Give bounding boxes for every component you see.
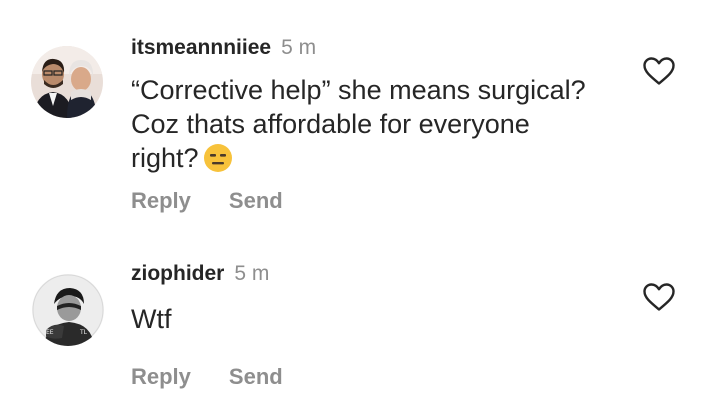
heart-outline-icon[interactable] [642, 56, 676, 86]
avatar[interactable] [31, 46, 103, 118]
comment-actions: Reply Send [131, 364, 283, 390]
username-text[interactable]: itsmeannniiee [131, 36, 271, 59]
comment-line: “Corrective help” she means surgical? [131, 75, 586, 105]
comment-text: Wtf [131, 302, 631, 336]
comment-line: right? [131, 141, 631, 181]
comment-timestamp: 5 m [234, 262, 270, 285]
comment-line: Wtf [131, 304, 172, 334]
heart-outline-icon[interactable] [642, 282, 676, 312]
send-button[interactable]: Send [229, 364, 283, 389]
svg-text:EE: EE [46, 329, 54, 336]
comment-timestamp: 5 m [281, 36, 317, 59]
reply-button[interactable]: Reply [131, 364, 191, 389]
comment-line-text: right? [131, 143, 199, 173]
avatar[interactable]: EE TL [32, 274, 104, 346]
send-button[interactable]: Send [229, 188, 283, 213]
comment-actions: Reply Send [131, 188, 283, 214]
comment-username[interactable]: itsmeannniiee 5 m [131, 36, 316, 60]
svg-text:TL: TL [79, 329, 88, 336]
comment-item: itsmeannniiee 5 m “Corrective help” she m… [0, 0, 720, 230]
expressionless-face-emoji [203, 143, 233, 181]
comment-line: Coz thats affordable for everyone [131, 109, 530, 139]
username-text[interactable]: ziophider [131, 262, 224, 285]
comment-item: EE TL ziophider 5 m Wtf Reply Send [0, 240, 720, 400]
comment-text: “Corrective help” she means surgical? Co… [131, 73, 631, 181]
comment-username[interactable]: ziophider 5 m [131, 262, 269, 286]
reply-button[interactable]: Reply [131, 188, 191, 213]
